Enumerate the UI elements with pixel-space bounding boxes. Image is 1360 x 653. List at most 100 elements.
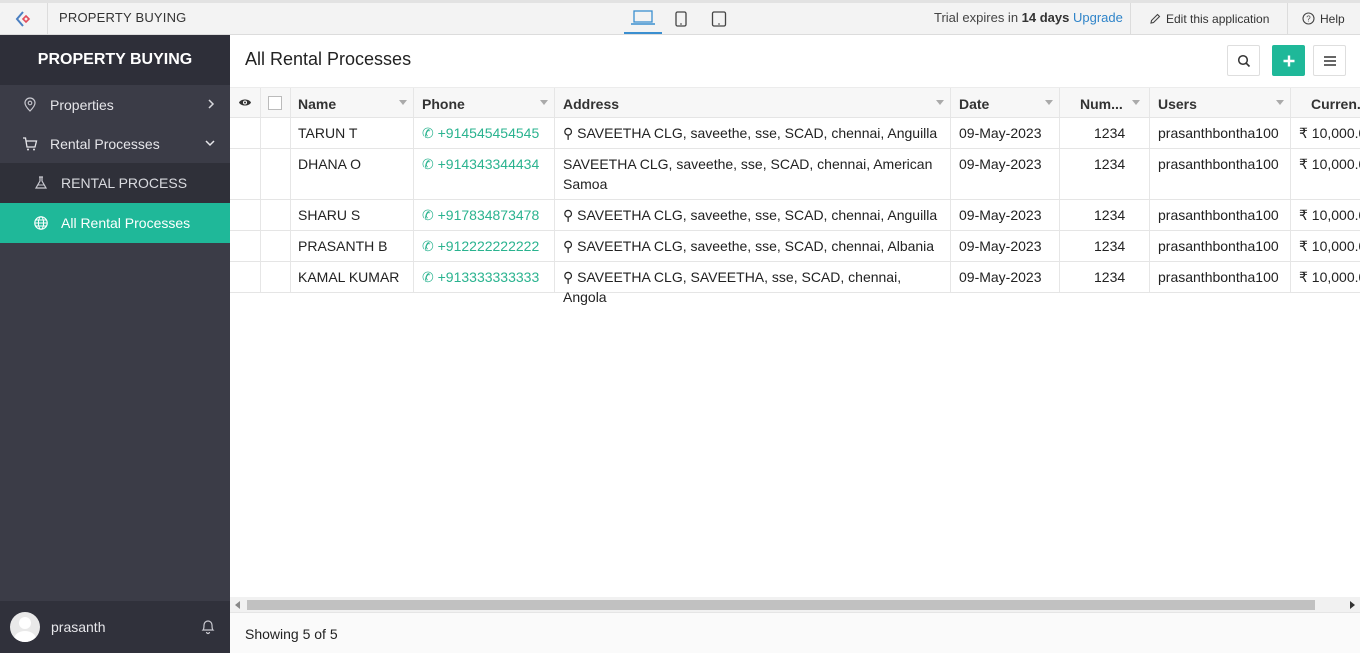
column-divider	[290, 88, 291, 117]
column-header-users[interactable]: Users	[1158, 88, 1197, 117]
add-record-button[interactable]	[1272, 45, 1305, 76]
cell-name: KAMAL KUMAR	[298, 269, 400, 285]
column-divider	[1059, 200, 1060, 230]
address-text: SAVEETHA CLG, saveethe, sse, SCAD, chenn…	[577, 238, 935, 254]
column-divider	[260, 118, 261, 148]
cell-date: 09-May-2023	[959, 207, 1042, 223]
table-row[interactable]: PRASANTH B ✆ +912222222222 ⚲ SAVEETHA CL…	[230, 231, 1360, 262]
bell-icon[interactable]	[200, 618, 216, 635]
avatar[interactable]	[10, 612, 40, 642]
column-divider	[554, 200, 555, 230]
sort-arrow-icon[interactable]	[1276, 100, 1284, 105]
column-divider	[260, 231, 261, 261]
column-header-address[interactable]: Address	[563, 88, 619, 117]
sidebar-item-rental-processes[interactable]: Rental Processes	[0, 124, 230, 163]
cell-phone[interactable]: ✆ +914545454545	[422, 118, 539, 148]
address-text: SAVEETHA CLG, saveethe, sse, SCAD, chenn…	[577, 125, 938, 141]
search-button[interactable]	[1227, 45, 1260, 76]
sidebar-subitem-all-rental-processes[interactable]: All Rental Processes	[0, 203, 230, 243]
sort-arrow-icon[interactable]	[540, 100, 548, 105]
column-divider	[1149, 88, 1150, 117]
sort-arrow-icon[interactable]	[1132, 100, 1140, 105]
tablet-view-button[interactable]	[662, 3, 700, 34]
phone-number[interactable]: +914343344434	[438, 156, 540, 172]
cell-date: 09-May-2023	[959, 269, 1042, 285]
phone-icon: ✆	[422, 207, 434, 223]
column-divider	[554, 262, 555, 292]
phone-icon: ✆	[422, 156, 434, 172]
column-divider	[950, 149, 951, 199]
table-row[interactable]: SHARU S ✆ +917834873478 ⚲ SAVEETHA CLG, …	[230, 200, 1360, 231]
phone-number[interactable]: +913333333333	[438, 269, 540, 285]
column-divider	[950, 200, 951, 230]
sort-arrow-icon[interactable]	[399, 100, 407, 105]
select-all-checkbox[interactable]	[268, 96, 282, 110]
column-divider	[1059, 262, 1060, 292]
laptop-view-button[interactable]	[624, 3, 662, 34]
address-text: SAVEETHA CLG, saveethe, sse, SCAD, chenn…	[577, 207, 938, 223]
cell-name: PRASANTH B	[298, 238, 388, 254]
column-header-number[interactable]: Num...	[1080, 88, 1123, 117]
edit-application-button[interactable]: Edit this application	[1130, 3, 1288, 34]
cell-currency: ₹ 10,000.00	[1299, 125, 1360, 141]
column-divider	[260, 88, 261, 117]
horizontal-scrollbar[interactable]	[230, 597, 1360, 612]
phone-icon: ✆	[422, 238, 434, 254]
column-header-date[interactable]: Date	[959, 88, 989, 117]
column-header-phone[interactable]: Phone	[422, 88, 465, 117]
sort-arrow-icon[interactable]	[1045, 100, 1053, 105]
table-header: Name Phone Address Date Num... Users Cur…	[230, 87, 1360, 118]
cell-phone[interactable]: ✆ +913333333333	[422, 262, 539, 292]
table-row[interactable]: TARUN T ✆ +914545454545 ⚲ SAVEETHA CLG, …	[230, 118, 1360, 149]
scroll-left-icon[interactable]	[235, 601, 240, 609]
table-row[interactable]: KAMAL KUMAR ✆ +913333333333 ⚲ SAVEETHA C…	[230, 262, 1360, 305]
search-icon	[1237, 54, 1250, 67]
location-pin-icon: ⚲	[563, 269, 574, 285]
phone-number[interactable]: +912222222222	[438, 238, 540, 254]
app-title: PROPERTY BUYING	[59, 10, 187, 25]
cell-currency: ₹ 10,000.00	[1299, 238, 1360, 254]
user-footer: prasanth	[0, 601, 230, 653]
upgrade-link[interactable]: Upgrade	[1073, 10, 1123, 25]
scrollbar-thumb[interactable]	[247, 600, 1315, 610]
cell-phone[interactable]: ✆ +914343344434	[422, 149, 539, 199]
cell-user: prasanthbontha100	[1158, 125, 1279, 141]
menu-button[interactable]	[1313, 45, 1346, 76]
cell-number: 1234	[1094, 269, 1126, 285]
cart-icon	[23, 136, 38, 150]
location-pin-icon: ⚲	[563, 238, 574, 254]
sidebar-item-properties[interactable]: Properties	[0, 85, 230, 124]
cell-phone[interactable]: ✆ +917834873478	[422, 200, 539, 230]
scroll-right-icon[interactable]	[1350, 601, 1355, 609]
cell-user: prasanthbontha100	[1158, 156, 1279, 172]
sidebar-subitem-rental-process[interactable]: RENTAL PROCESS	[0, 163, 230, 203]
sort-arrow-icon[interactable]	[936, 100, 944, 105]
app-logo-icon[interactable]	[0, 3, 48, 34]
column-divider	[1290, 88, 1291, 117]
laptop-icon	[631, 9, 655, 25]
cell-user: prasanthbontha100	[1158, 269, 1279, 285]
column-divider	[1290, 200, 1291, 230]
cell-phone[interactable]: ✆ +912222222222	[422, 231, 539, 261]
cell-user: prasanthbontha100	[1158, 238, 1279, 254]
column-header-currency[interactable]: Curren...	[1311, 88, 1360, 117]
column-divider	[1149, 118, 1150, 148]
column-divider	[554, 118, 555, 148]
mobile-view-button[interactable]	[700, 3, 738, 34]
user-name[interactable]: prasanth	[51, 619, 105, 635]
trial-text: Trial expires in	[934, 10, 1019, 25]
phone-number[interactable]: +914545454545	[438, 125, 540, 141]
phone-icon: ✆	[422, 125, 434, 141]
column-divider	[1149, 262, 1150, 292]
column-divider	[950, 118, 951, 148]
cell-number: 1234	[1094, 238, 1126, 254]
edit-application-label: Edit this application	[1166, 11, 1270, 26]
phone-number[interactable]: +917834873478	[438, 207, 540, 223]
help-button[interactable]: ? Help	[1302, 3, 1345, 34]
column-divider	[1149, 200, 1150, 230]
column-divider	[1149, 149, 1150, 199]
column-header-name[interactable]: Name	[298, 88, 336, 117]
eye-icon[interactable]	[238, 97, 252, 108]
table-row[interactable]: DHANA O ✆ +914343344434 SAVEETHA CLG, sa…	[230, 149, 1360, 200]
cell-date: 09-May-2023	[959, 125, 1042, 141]
